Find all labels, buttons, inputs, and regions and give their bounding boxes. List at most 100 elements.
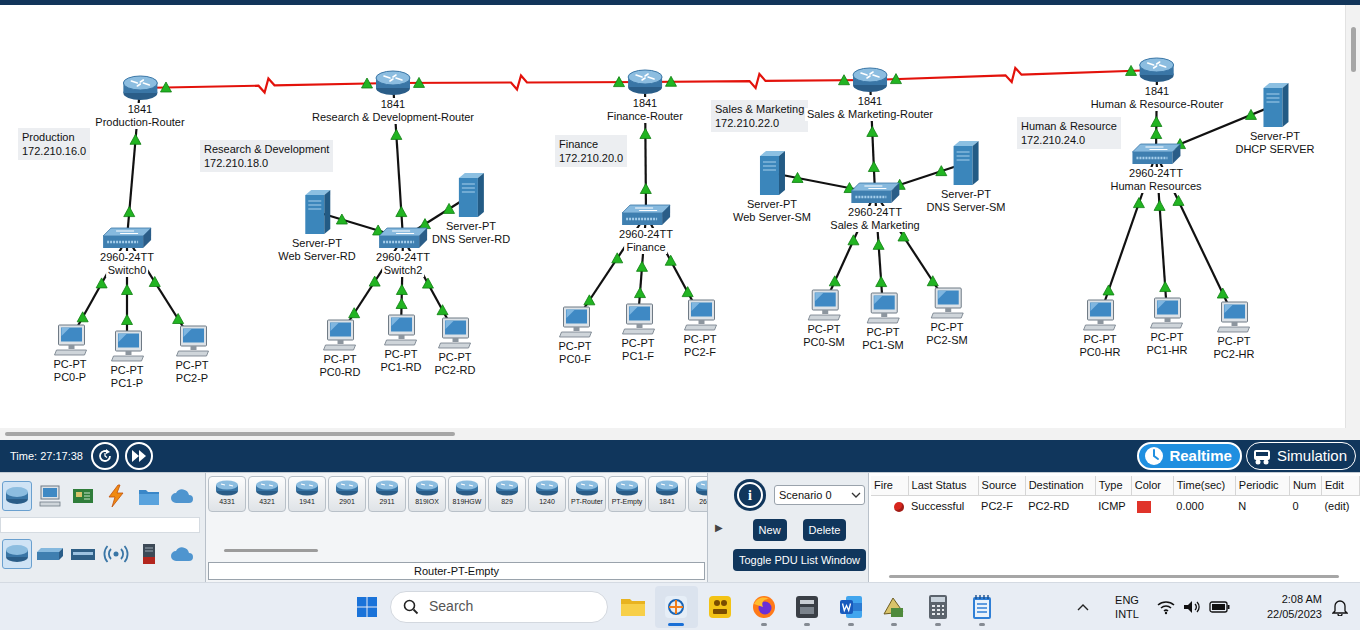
palette-filter-field[interactable]	[0, 517, 200, 533]
serial-link[interactable]	[393, 76, 645, 90]
pc-icon[interactable]	[383, 314, 419, 346]
scroll-thumb[interactable]	[224, 549, 318, 552]
toggle-pdu-list-button[interactable]: Toggle PDU List Window	[733, 549, 866, 571]
device-scrollbar[interactable]	[208, 548, 707, 554]
pdu-scrollbar[interactable]	[871, 572, 1360, 582]
media-player-icon[interactable]	[707, 594, 733, 620]
pdu-row[interactable]: SuccessfulPC2-FPC2-RDICMP0.000N0(edit)	[871, 495, 1360, 516]
column-header[interactable]: Source	[978, 476, 1025, 495]
column-header[interactable]: Time(sec)	[1173, 476, 1235, 495]
start-button[interactable]	[350, 587, 384, 627]
server-node[interactable]: Server-PTDNS Server-RD	[430, 172, 512, 246]
switch-node[interactable]: 2960-24TTFinance	[617, 204, 675, 254]
switches-icon[interactable]	[35, 539, 65, 569]
router-icon[interactable]	[375, 70, 411, 96]
taskbar-app[interactable]	[785, 586, 829, 628]
subnet-note[interactable]: Human & Resource172.210.24.0	[1017, 117, 1121, 149]
column-header[interactable]: Last Status	[908, 476, 978, 495]
subnet-note[interactable]: Finance172.210.20.0	[555, 135, 627, 167]
chevron-up-icon[interactable]	[1077, 603, 1089, 611]
expand-arrow[interactable]: ▶	[708, 473, 730, 582]
taskbar-app[interactable]	[873, 586, 917, 628]
switch-node[interactable]: 2960-24TTSwitch0	[98, 227, 156, 277]
taskbar-app[interactable]	[916, 586, 960, 628]
battery-icon[interactable]	[1209, 600, 1231, 614]
column-header[interactable]: Edit	[1321, 476, 1359, 495]
copper-link[interactable]	[1156, 70, 1157, 154]
pc-node[interactable]: PC-PTPC0-HR	[1078, 299, 1123, 359]
server-node[interactable]: Server-PTDHCP SERVER	[1233, 82, 1316, 156]
wireless-icon[interactable]	[101, 539, 131, 569]
pc-icon[interactable]	[52, 324, 88, 356]
device-tile[interactable]: 2901	[328, 476, 366, 512]
pc-node[interactable]: PC-PTPC0-F	[557, 306, 594, 366]
components-icon[interactable]	[68, 481, 98, 511]
taskbar-app[interactable]	[655, 586, 699, 628]
serial-link[interactable]	[870, 68, 1157, 82]
pc-icon[interactable]	[1082, 299, 1118, 331]
switch-icon[interactable]	[1131, 143, 1181, 165]
subnet-note[interactable]: Research & Development172.210.18.0	[200, 140, 333, 172]
notepad-icon[interactable]	[971, 594, 993, 620]
pc-node[interactable]: PC-PTPC1-HR	[1145, 297, 1190, 357]
column-header[interactable]: Type	[1095, 476, 1131, 495]
new-button[interactable]: New	[753, 519, 787, 541]
device-tile[interactable]: 819HGW	[448, 476, 486, 512]
column-header[interactable]: Color	[1131, 476, 1173, 495]
router-node[interactable]: 1841Finance-Router	[605, 69, 685, 123]
serial-link[interactable]	[140, 79, 393, 93]
pc-icon[interactable]	[437, 317, 473, 349]
switch-icon[interactable]	[621, 204, 671, 226]
device-tile[interactable]: 1841	[648, 476, 686, 512]
packet-tracer-icon[interactable]	[663, 594, 689, 620]
pc-node[interactable]: PC-PTPC1-F	[620, 303, 657, 363]
server-icon[interactable]	[303, 189, 331, 235]
subnet-note[interactable]: Sales & Marketing172.210.22.0	[711, 100, 808, 132]
reset-time-icon[interactable]	[91, 442, 119, 470]
switch-node[interactable]: 2960-24TTHuman Resources	[1108, 143, 1203, 193]
taskbar-app[interactable]	[611, 586, 655, 628]
clock[interactable]: 2:08 AM22/05/2023	[1267, 592, 1322, 622]
pc-node[interactable]: PC-PTPC2-HR	[1212, 301, 1257, 361]
pc-icon[interactable]	[929, 287, 965, 319]
wifi-icon[interactable]	[1157, 599, 1175, 615]
switch-node[interactable]: 2960-24TTSwitch2	[374, 227, 432, 277]
expand-glyph[interactable]: ▶	[715, 520, 723, 535]
pc-icon[interactable]	[682, 299, 718, 331]
server-icon[interactable]	[457, 172, 485, 218]
vertical-scrollbar[interactable]	[1345, 5, 1360, 428]
workspace-canvas[interactable]: Production172.210.16.0Research & Develop…	[0, 5, 1345, 428]
pc-node[interactable]: PC-PTPC0-SM	[801, 289, 847, 349]
pc-node[interactable]: PC-PTPC1-SM	[860, 292, 906, 352]
pc-icon[interactable]	[620, 303, 656, 335]
device-tile[interactable]: 2911	[368, 476, 406, 512]
notification-bell-icon[interactable]	[1332, 598, 1348, 616]
pc-node[interactable]: PC-PTPC2-RD	[433, 317, 478, 377]
pc-icon[interactable]	[322, 319, 358, 351]
server-node[interactable]: Server-PTWeb Server-SM	[731, 150, 813, 224]
network-devices-icon[interactable]	[2, 481, 32, 511]
edit-link[interactable]: (edit)	[1321, 495, 1359, 516]
miscellaneous-icon[interactable]	[134, 481, 164, 511]
taskbar-search[interactable]	[390, 591, 608, 623]
switch-icon[interactable]	[102, 227, 152, 249]
pc-icon[interactable]	[806, 289, 842, 321]
serial-link[interactable]	[645, 74, 870, 88]
multiuser-icon[interactable]	[167, 481, 197, 511]
taskbar-app[interactable]	[960, 586, 1004, 628]
volume-icon[interactable]	[1183, 599, 1201, 615]
windows-logo-icon[interactable]	[356, 596, 378, 618]
pc-node[interactable]: PC-PTPC0-P	[52, 324, 89, 384]
server-icon[interactable]	[1261, 82, 1289, 128]
column-header[interactable]: Num	[1289, 476, 1321, 495]
horizontal-scrollbar[interactable]	[0, 428, 1360, 440]
switch-icon[interactable]	[850, 182, 900, 204]
pc-icon[interactable]	[174, 325, 210, 357]
hubs-icon[interactable]	[68, 539, 98, 569]
router-icon[interactable]	[627, 69, 663, 95]
router-node[interactable]: 1841Sales & Marketing-Router	[805, 67, 935, 121]
device-tile[interactable]: 829	[488, 476, 526, 512]
scroll-thumb[interactable]	[889, 575, 1339, 578]
pc-icon[interactable]	[1149, 297, 1185, 329]
mode-tab[interactable]: Simulation	[1246, 442, 1356, 470]
